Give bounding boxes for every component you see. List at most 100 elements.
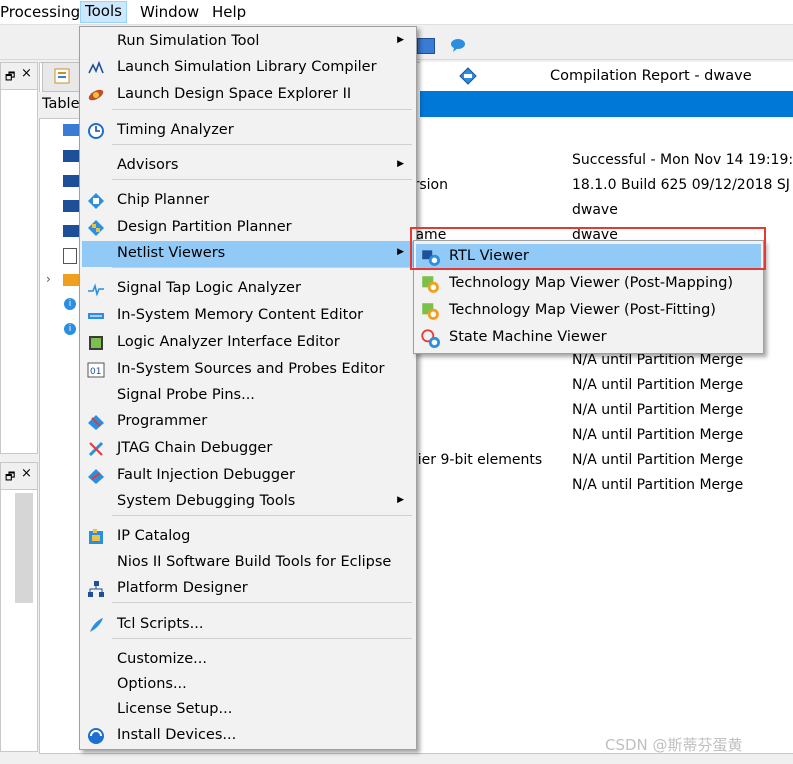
menu-item-in-system-sources-and-probes-editor[interactable]: 01 In-System Sources and Probes Editor xyxy=(82,357,414,383)
report-row-value: N/A until Partition Merge xyxy=(572,477,744,493)
menu-separator xyxy=(112,267,412,268)
menu-help[interactable]: Help xyxy=(212,3,246,23)
menu-item-timing-analyzer[interactable]: Timing Analyzer xyxy=(82,118,414,144)
menu-item-label: Programmer xyxy=(117,413,208,429)
report-icon xyxy=(54,68,70,84)
menu-item-platform-designer[interactable]: Platform Designer xyxy=(82,576,414,602)
svg-text:01: 01 xyxy=(90,367,101,377)
table-icon[interactable] xyxy=(63,175,79,187)
folder-icon[interactable] xyxy=(63,274,79,286)
menu-separator xyxy=(112,602,412,603)
menu-item-in-system-memory-content-editor[interactable]: In-System Memory Content Editor xyxy=(82,303,414,329)
menu-separator xyxy=(112,144,412,145)
submenu-item-label: Technology Map Viewer (Post-Mapping) xyxy=(449,275,734,291)
menu-item-label: Install Devices... xyxy=(117,727,237,743)
report-title: Compilation Report - dwave xyxy=(550,68,752,84)
menu-item-design-partition-planner[interactable]: Design Partition Planner xyxy=(82,215,414,241)
menu-item-logic-analyzer-interface-editor[interactable]: Logic Analyzer Interface Editor xyxy=(82,330,414,356)
menu-item-system-debugging-tools[interactable]: System Debugging Tools ▶ xyxy=(82,489,414,515)
report-row-value: Successful - Mon Nov 14 19:19:2 xyxy=(572,152,793,168)
tcl-icon xyxy=(87,616,105,634)
table-icon[interactable] xyxy=(63,124,79,136)
menu-item-options[interactable]: Options... xyxy=(82,672,414,698)
menu-item-jtag-chain-debugger[interactable]: JTAG Chain Debugger xyxy=(82,436,414,462)
programmer-icon xyxy=(87,413,105,431)
menu-item-tcl-scripts[interactable]: Tcl Scripts... xyxy=(82,612,414,638)
report-row: sN/A until Partition Merge xyxy=(405,400,793,422)
menu-item-install-devices[interactable]: Install Devices... xyxy=(82,723,414,749)
info-icon[interactable]: i xyxy=(64,323,76,335)
tools-menu: Run Simulation Tool ▶ Launch Simulation Li… xyxy=(79,26,417,750)
partition-planner-icon xyxy=(87,219,105,237)
chat-bubble-icon[interactable] xyxy=(450,37,466,53)
submenu-item-label: Technology Map Viewer (Post-Fitting) xyxy=(449,302,716,318)
menu-item-ip-catalog[interactable]: IP Catalog xyxy=(82,524,414,550)
menu-window[interactable]: Window xyxy=(140,3,199,23)
menu-item-label: License Setup... xyxy=(117,701,233,717)
menu-item-label: Tcl Scripts... xyxy=(117,616,204,632)
menu-processing[interactable]: Processing xyxy=(0,3,80,23)
table-icon[interactable] xyxy=(63,150,79,162)
menu-item-signal-tap-logic-analyzer[interactable]: Signal Tap Logic Analyzer xyxy=(82,276,414,302)
restore-icon[interactable]: 🗗 xyxy=(5,468,15,487)
menu-item-label: Nios II Software Build Tools for Eclipse xyxy=(117,554,392,570)
menu-item-fault-injection-debugger[interactable]: Fault Injection Debugger xyxy=(82,463,414,489)
info-icon[interactable]: i xyxy=(64,298,76,310)
menu-item-label: IP Catalog xyxy=(117,528,191,544)
expand-chevron-icon[interactable]: › xyxy=(46,272,51,286)
report-row: plier 9-bit elements N/A until Partition … xyxy=(405,450,793,472)
callout-box xyxy=(410,227,766,270)
project-navigator-panel: 🗗 × xyxy=(0,62,38,454)
close-icon[interactable]: × xyxy=(21,66,32,81)
report-row-value: N/A until Partition Merge xyxy=(572,352,744,368)
report-row: tsN/A until Partition Merge xyxy=(405,425,793,447)
table-header: Table xyxy=(39,92,80,119)
restore-icon[interactable]: 🗗 xyxy=(5,68,15,87)
table-icon[interactable] xyxy=(63,200,79,212)
report-row: dwave xyxy=(405,200,793,222)
submenu-item-technology-map-viewer-post-mapping[interactable]: Technology Map Viewer (Post-Mapping) xyxy=(416,271,761,297)
menu-item-nios-ii-software-build-tools-for-eclipse[interactable]: Nios II Software Build Tools for Eclipse xyxy=(82,550,414,576)
document-icon[interactable] xyxy=(63,248,77,264)
menu-item-launch-design-space-explorer-ii[interactable]: Launch Design Space Explorer II xyxy=(82,82,414,108)
chip-planner-icon xyxy=(87,192,105,210)
submenu-arrow-icon: ▶ xyxy=(397,247,404,257)
menu-item-netlist-viewers[interactable]: Netlist Viewers ▶ xyxy=(82,241,414,267)
menu-item-customize[interactable]: Customize... xyxy=(82,647,414,673)
menu-tools[interactable]: Tools xyxy=(80,1,127,23)
menu-bar: Processing Tools Window Help xyxy=(0,0,793,25)
table-header-label: Table xyxy=(42,96,80,112)
install-devices-icon xyxy=(87,727,105,745)
menu-item-programmer[interactable]: Programmer xyxy=(82,409,414,435)
clock-icon xyxy=(87,122,105,140)
menu-separator xyxy=(112,109,412,110)
menu-item-signal-probe-pins[interactable]: Signal Probe Pins... xyxy=(82,383,414,409)
fault-injection-icon xyxy=(87,467,105,485)
platform-designer-icon xyxy=(87,580,105,598)
report-row-value: N/A until Partition Merge xyxy=(572,452,744,468)
sources-probes-icon: 01 xyxy=(87,361,105,379)
submenu-item-state-machine-viewer[interactable]: State Machine Viewer xyxy=(416,325,761,351)
toolbar-icon[interactable] xyxy=(417,38,435,54)
menu-item-run-simulation-tool[interactable]: Run Simulation Tool ▶ xyxy=(82,29,414,55)
state-machine-icon xyxy=(420,328,440,348)
tech-map-icon xyxy=(420,301,440,321)
report-tab-icon-area[interactable] xyxy=(42,62,82,92)
menu-item-advisors[interactable]: Advisors ▶ xyxy=(82,153,414,179)
scrollbar[interactable] xyxy=(15,493,33,603)
menu-separator xyxy=(112,179,412,180)
table-icon[interactable] xyxy=(63,225,79,237)
report-row: N/A until Partition Merge xyxy=(405,375,793,397)
memory-editor-icon xyxy=(87,307,105,325)
menu-item-label: Design Partition Planner xyxy=(117,219,292,235)
menu-item-label: Launch Design Space Explorer II xyxy=(117,86,352,102)
menu-item-launch-simulation-library-compiler[interactable]: Launch Simulation Library Compiler xyxy=(82,55,414,81)
submenu-item-technology-map-viewer-post-fitting[interactable]: Technology Map Viewer (Post-Fitting) xyxy=(416,298,761,324)
report-row-value: N/A until Partition Merge xyxy=(572,402,744,418)
compilation-report-tab[interactable]: Compilation Report - dwave xyxy=(420,62,793,90)
close-icon[interactable]: × xyxy=(21,466,32,481)
menu-item-license-setup[interactable]: License Setup... xyxy=(82,697,414,723)
menu-item-label: Options... xyxy=(117,676,187,692)
menu-item-chip-planner[interactable]: Chip Planner xyxy=(82,188,414,214)
submenu-arrow-icon: ▶ xyxy=(397,35,404,45)
